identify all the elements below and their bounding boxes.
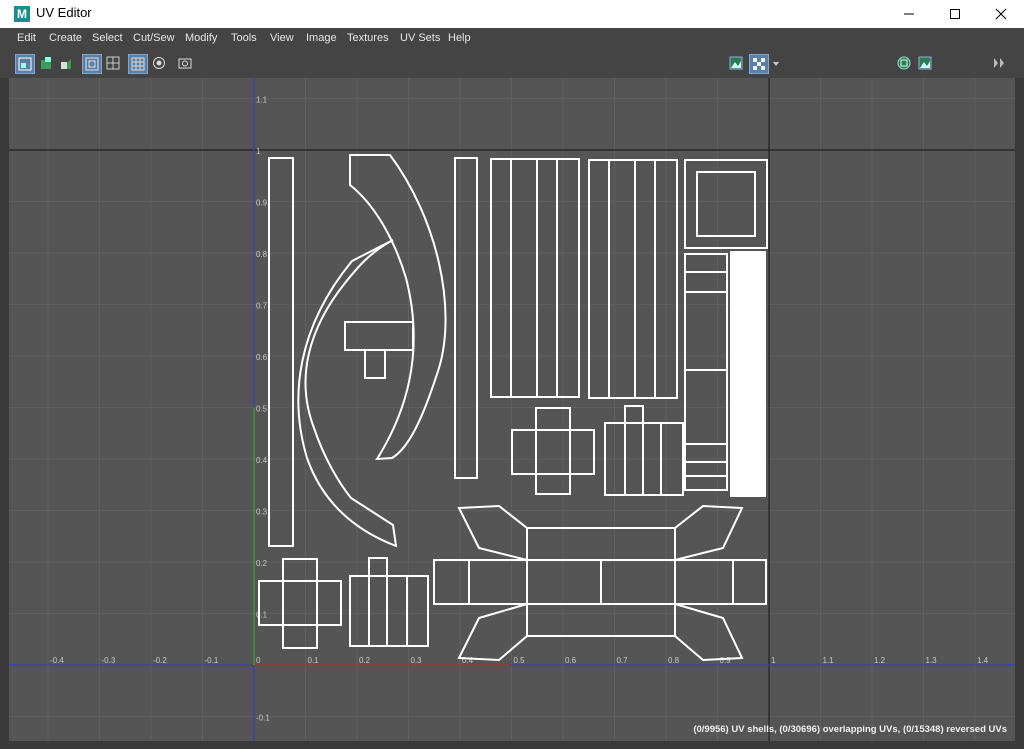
toolbar: aiStandardSurface1 <box>0 50 1024 123</box>
close-button[interactable] <box>978 0 1024 28</box>
uv-shell-bottom-left-planks <box>349 557 429 647</box>
menu-tools[interactable]: Tools <box>231 32 257 44</box>
uv-shell-cross-a <box>511 407 595 495</box>
uv-shell-box-top-right <box>684 159 768 249</box>
uv-shell-bottom-left-cross <box>258 558 342 649</box>
menu-modify[interactable]: Modify <box>185 32 217 44</box>
close-icon <box>995 8 1007 20</box>
v-tick-label: 0.3 <box>256 508 268 517</box>
menu-image[interactable]: Image <box>306 32 337 44</box>
u-tick-label: -0.2 <box>153 656 167 665</box>
uv-shell-left-arch-inner <box>297 239 398 548</box>
window-title: UV Editor <box>36 5 92 20</box>
u-tick-label: 1.3 <box>926 656 938 665</box>
title-bar: M UV Editor <box>0 0 1024 28</box>
u-tick-label: 1 <box>771 656 776 665</box>
frame-all-icon[interactable] <box>82 54 102 74</box>
u-tick-label: 0.2 <box>359 656 371 665</box>
u-tick-label: 1.4 <box>977 656 989 665</box>
u-tick-label: 0 <box>256 656 261 665</box>
v-tick-label: 0.5 <box>256 405 268 414</box>
snapshot-icon[interactable] <box>176 54 196 74</box>
right-panel-edge <box>1015 78 1024 749</box>
checker-icon[interactable] <box>749 54 769 74</box>
u-tick-label: 0.9 <box>720 656 732 665</box>
menu-uv-sets[interactable]: UV Sets <box>400 32 440 44</box>
uv-shell-bottom-panel <box>433 504 767 662</box>
axis-labels: -0.4 -0.3 -0.2 -0.1 0 0.1 0.2 0.3 0.4 0.5 0.6 0.7 0.… <box>50 96 989 723</box>
uv-shell-left-strip <box>268 157 294 547</box>
v-tick-label: 1 <box>256 147 261 156</box>
u-tick-label: 0.1 <box>308 656 320 665</box>
uv-canvas[interactable]: -0.4 -0.3 -0.2 -0.1 0 0.1 0.2 0.3 0.4 0.5 0.6 0.7 0.… <box>9 78 1015 741</box>
u-tick-label: 0.8 <box>668 656 680 665</box>
uv-mode-icon[interactable] <box>37 54 57 74</box>
uv-shell-right-strip <box>684 253 728 491</box>
uv-shell-mode-icon[interactable] <box>15 54 35 74</box>
u-tick-label: -0.3 <box>102 656 116 665</box>
bottom-edge <box>0 741 1024 749</box>
u-tick-label: 0.5 <box>514 656 526 665</box>
u-tick-label: -0.1 <box>205 656 219 665</box>
dropdown-arrow-icon[interactable] <box>770 54 780 74</box>
uv-shell-planks-b <box>588 159 678 399</box>
menu-view[interactable]: View <box>270 32 294 44</box>
v-tick-label: 0.7 <box>256 302 268 311</box>
uv-viewport[interactable]: -0.4 -0.3 -0.2 -0.1 0 0.1 0.2 0.3 0.4 0.5 0.6 0.7 0.… <box>9 78 1015 741</box>
u-tick-label: 0.6 <box>565 656 577 665</box>
v-tick-label: 1.1 <box>256 96 268 105</box>
v-tick-label: 0.6 <box>256 353 268 362</box>
menu-textures[interactable]: Textures <box>347 32 389 44</box>
menu-help[interactable]: Help <box>448 32 471 44</box>
u-tick-label: -0.4 <box>50 656 64 665</box>
maximize-icon <box>950 9 960 19</box>
menu-edit[interactable]: Edit <box>17 32 36 44</box>
u-tick-label: 1.2 <box>874 656 886 665</box>
left-panel-edge <box>0 78 9 749</box>
status-text: (0/9956) UV shells, (0/30696) overlappin… <box>693 724 1007 735</box>
arrow-icon[interactable] <box>990 54 1006 74</box>
menu-create[interactable]: Create <box>49 32 82 44</box>
u-tick-label: 0.7 <box>617 656 629 665</box>
uv-editor-window: M UV Editor Edit Create Select Cut/Sew M… <box>0 0 1024 749</box>
uv-shell-filled-panel <box>730 251 766 497</box>
v-tick-label: 0.2 <box>256 559 268 568</box>
display-image-icon[interactable] <box>727 54 747 74</box>
menu-cut-sew[interactable]: Cut/Sew <box>133 32 175 44</box>
u-tick-label: 0.3 <box>411 656 423 665</box>
uv-shell-middle-strip <box>454 157 478 479</box>
minimize-icon <box>904 13 914 15</box>
menu-select[interactable]: Select <box>92 32 123 44</box>
v-tick-label: 0.4 <box>256 456 268 465</box>
v-tick-label: 0.8 <box>256 250 268 259</box>
v-tick-label: -0.1 <box>256 714 270 723</box>
maya-app-icon: M <box>14 6 30 22</box>
uv-shell-left-arch <box>349 154 447 461</box>
v-tick-label: 0.9 <box>256 199 268 208</box>
minimize-button[interactable] <box>886 0 932 28</box>
frame-selection-icon[interactable] <box>104 54 124 74</box>
v-tick-label: 0.1 <box>256 611 268 620</box>
image-icon[interactable] <box>916 54 936 74</box>
uv-face-mode-icon[interactable] <box>57 54 77 74</box>
uv-shell-planks-a <box>490 158 580 398</box>
texture-filter-icon[interactable] <box>895 54 915 74</box>
maximize-button[interactable] <box>932 0 978 28</box>
pixel-snap-icon[interactable] <box>150 54 170 74</box>
u-tick-label: 1.1 <box>823 656 835 665</box>
uv-shell-cross-b <box>604 405 684 496</box>
grid-toggle-icon[interactable] <box>128 54 148 74</box>
uv-shell-small-part <box>344 321 414 351</box>
menu-bar: Edit Create Select Cut/Sew Modify Tools … <box>0 28 1024 50</box>
